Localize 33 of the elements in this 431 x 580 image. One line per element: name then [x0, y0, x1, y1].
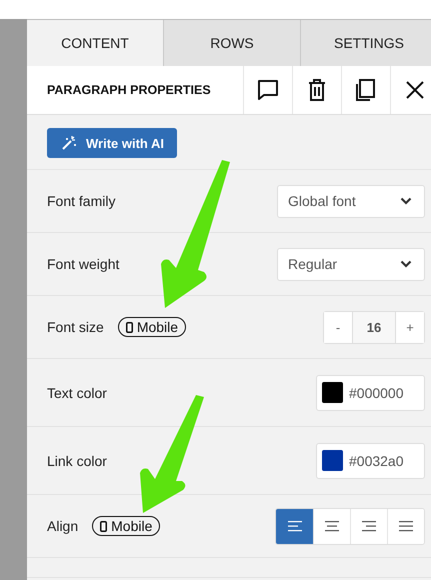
property-label: Font family [47, 193, 116, 209]
property-label: Text color [47, 384, 107, 400]
color-field[interactable]: #000000 [316, 374, 425, 410]
chevron-down-icon [400, 197, 412, 205]
trash-icon [308, 79, 326, 101]
property-label: Font weight [47, 256, 120, 272]
color-field[interactable]: #0032a0 [316, 442, 425, 478]
align-right-icon [362, 520, 376, 532]
color-swatch[interactable] [322, 382, 343, 403]
property-label: Link color [47, 452, 107, 468]
tab[interactable]: CONTENT [27, 20, 164, 66]
panel-title: PARAGRAPH PROPERTIES [46, 83, 212, 97]
phone-icon [126, 322, 133, 332]
number-field[interactable]: 16 [352, 312, 396, 342]
align-center-icon [325, 520, 339, 532]
align-button[interactable] [276, 508, 313, 544]
write-with-ai-button[interactable]: Write with AI [47, 128, 177, 158]
align-left-icon [288, 520, 302, 532]
mobile-badge[interactable]: Mobile [92, 516, 160, 536]
align-justify-icon [399, 520, 413, 532]
phone-icon [100, 520, 108, 532]
dropdown[interactable]: Global font [277, 184, 425, 218]
magic-wand-icon [61, 135, 77, 151]
color-swatch[interactable] [322, 450, 343, 471]
close-icon [406, 81, 424, 99]
property-label: Align [47, 518, 78, 534]
copy-icon [356, 79, 376, 101]
mobile-badge[interactable]: Mobile [118, 317, 186, 337]
align-button[interactable] [387, 508, 424, 544]
dropdown[interactable]: Regular [277, 248, 425, 280]
property-label: Font size [47, 319, 104, 335]
chevron-down-icon [400, 260, 412, 268]
speech-bubble-icon [257, 79, 279, 101]
